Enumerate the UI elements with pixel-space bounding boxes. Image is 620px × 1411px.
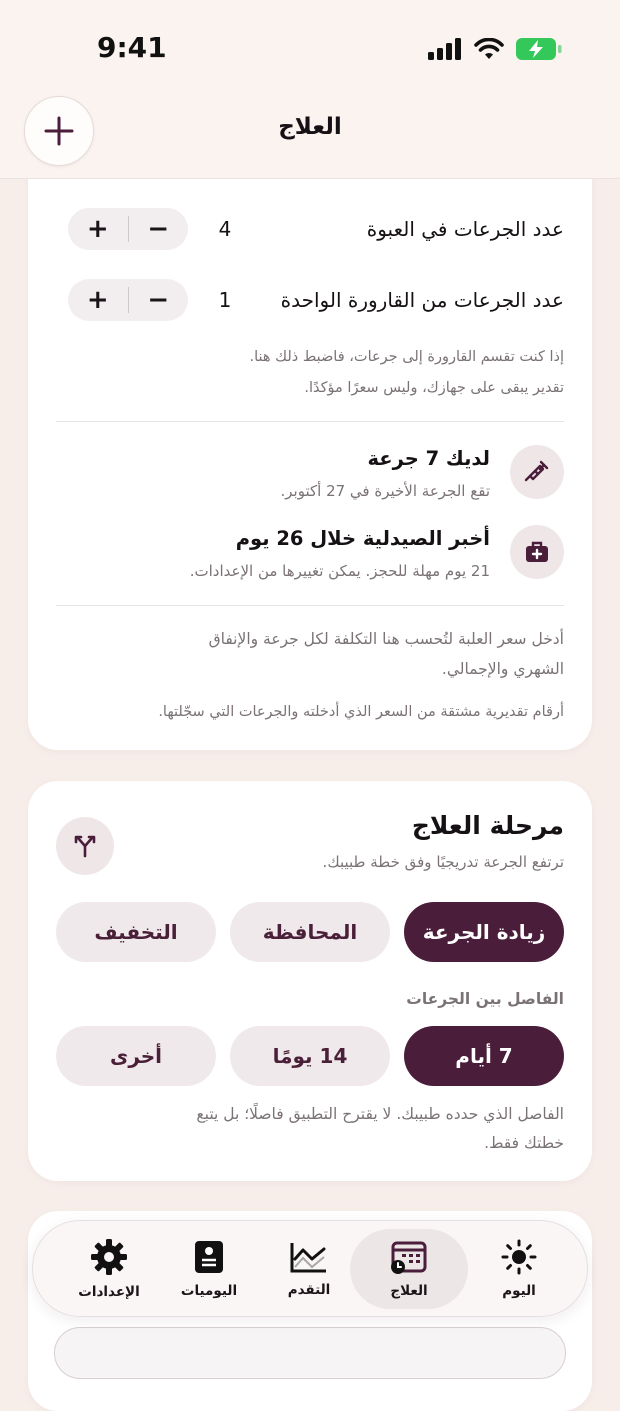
phase-card-title: مرحلة العلاج	[411, 811, 564, 840]
tab-journal[interactable]: اليوميات	[157, 1221, 261, 1316]
chart-line-icon	[290, 1242, 326, 1272]
cost-settings-card: عدد الجرعات في العبوة 4 + − عدد الجرعات …	[28, 150, 592, 750]
doses-per-pack-label: عدد الجرعات في العبوة	[366, 217, 564, 241]
interval-14-days-pill[interactable]: 14 يومًا	[230, 1026, 390, 1086]
price-note: أدخل سعر العلبة لتُحسب هنا التكلفة لكل ج…	[209, 624, 564, 684]
pharmacy-reminder-sub: 21 يوم مهلة للحجز. يمكن تغييرها من الإعد…	[189, 562, 490, 580]
estimate-device-note: تقدير يبقى على جهازك، وليس سعرًا مؤكدًا.	[304, 380, 564, 396]
tab-bar: اليوم العلاج التقدم اليوميات الإعدادات	[32, 1220, 588, 1317]
vial-split-note: إذا كنت تقسم القارورة إلى جرعات، فاضبط ذ…	[249, 349, 564, 365]
interval-note: الفاصل الذي حدده طبيبك. لا يقترح التطبيق…	[48, 1100, 564, 1158]
phase-escalation-pill[interactable]: زيادة الجرعة	[404, 902, 564, 962]
tab-label: العلاج	[390, 1282, 428, 1299]
interval-note-line1: الفاصل الذي حدده طبيبك. لا يقترح التطبيق…	[196, 1105, 564, 1123]
battery-charging-icon	[516, 38, 562, 60]
plus-icon	[44, 116, 74, 146]
tab-label: اليوم	[502, 1282, 536, 1299]
tab-label: اليوميات	[180, 1282, 238, 1299]
branch-button[interactable]	[56, 817, 114, 875]
phase-maintenance-pill[interactable]: المحافظة	[230, 902, 390, 962]
interval-note-line2: خطتك فقط.	[484, 1134, 564, 1152]
status-time: 9:41	[97, 31, 167, 64]
interval-label: الفاصل بين الجرعات	[406, 990, 564, 1008]
pharmacy-reminder-title: أخبر الصيدلية خلال 26 يوم	[235, 527, 490, 550]
gear-icon	[91, 1238, 127, 1275]
sun-icon	[501, 1239, 537, 1274]
journal-icon	[195, 1240, 223, 1273]
tab-label: التقدم	[287, 1281, 331, 1298]
tab-settings[interactable]: الإعدادات	[57, 1221, 161, 1316]
estimate-source-note: أرقام تقديرية مشتقة من السعر الذي أدخلته…	[158, 704, 564, 720]
wifi-icon	[474, 38, 504, 59]
price-note-line1: أدخل سعر العلبة لتُحسب هنا التكلفة لكل ج…	[208, 630, 564, 648]
status-icons	[428, 37, 562, 61]
tab-today[interactable]: اليوم	[467, 1221, 571, 1316]
interval-7-days-pill[interactable]: 7 أيام	[404, 1026, 564, 1086]
divider	[56, 421, 564, 422]
medkit-icon-badge	[510, 525, 564, 579]
syringe-icon-badge	[510, 445, 564, 499]
interval-other-pill[interactable]: أخرى	[56, 1026, 216, 1086]
tab-progress[interactable]: التقدم	[257, 1221, 361, 1316]
doses-left-title: لديك 7 جرعة	[367, 447, 490, 470]
treatment-phase-card: مرحلة العلاج ترتفع الجرعة تدريجيًا وفق خ…	[28, 781, 592, 1181]
doses-per-pack-stepper[interactable]: + −	[68, 208, 188, 250]
decrement-button[interactable]: −	[129, 208, 189, 250]
tab-label: الإعدادات	[78, 1283, 140, 1300]
signal-icon	[428, 38, 461, 60]
price-note-line2: الشهري والإجمالي.	[441, 660, 564, 678]
doses-per-pack-value: 4	[218, 217, 232, 241]
tab-treatment[interactable]: العلاج	[350, 1221, 468, 1316]
phase-card-subtitle: ترتفع الجرعة تدريجيًا وفق خطة طبيبك.	[322, 853, 564, 871]
last-dose-date: تقع الجرعة الأخيرة في 27 أكتوبر.	[280, 482, 490, 500]
doses-per-vial-value: 1	[218, 288, 232, 312]
add-button[interactable]	[24, 96, 94, 166]
branch-icon	[74, 835, 96, 858]
syringe-icon	[524, 460, 549, 482]
doses-per-vial-stepper[interactable]: + −	[68, 279, 188, 321]
medkit-icon	[526, 541, 548, 562]
decrement-button[interactable]: −	[129, 279, 189, 321]
status-bar: 9:41	[0, 0, 620, 100]
phase-taper-pill[interactable]: التخفيف	[56, 902, 216, 962]
doses-per-vial-label: عدد الجرعات من القارورة الواحدة	[280, 288, 564, 312]
increment-button[interactable]: +	[68, 208, 128, 250]
divider	[56, 605, 564, 606]
calendar-clock-icon	[391, 1241, 427, 1274]
next-card-field[interactable]	[54, 1327, 566, 1379]
increment-button[interactable]: +	[68, 279, 128, 321]
